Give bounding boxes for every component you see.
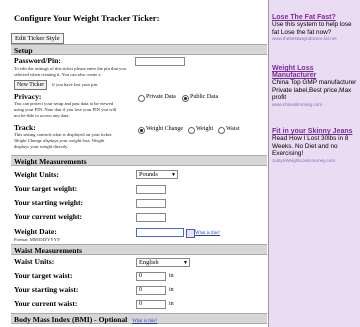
ad-url[interactable]: www.chinaslimming.com <box>272 102 358 107</box>
new-ticker-button[interactable]: New Ticker <box>14 80 48 90</box>
current-waist-unit: in <box>169 301 174 307</box>
password-input[interactable] <box>135 57 185 66</box>
starting-waist-label: Your starting waist: <box>14 285 79 294</box>
password-label: Password/Pin: <box>14 56 61 65</box>
target-waist-input[interactable]: 0 <box>136 272 166 281</box>
starting-waist-unit: in <box>169 287 174 293</box>
section-bmi: Body Mass Index (BMI) - Optional What is… <box>11 313 267 324</box>
ad-url[interactable]: www.thebestwaytobizare.fat.net <box>272 36 358 41</box>
track-weight-label: Weight <box>196 126 214 132</box>
weight-units-value: Pounds <box>139 171 158 178</box>
weight-date-format: Format: MM/DD/YYYY <box>14 237 61 242</box>
target-weight-label: Your target weight: <box>14 184 78 193</box>
chevron-down-icon: ▼ <box>171 173 176 178</box>
page-title: Configure Your Weight Tracker Ticker: <box>14 13 160 23</box>
section-setup: Setup <box>11 44 267 55</box>
ad-body: Read How I Lost 30lbs in 8 Weeks. No Die… <box>272 135 349 158</box>
weight-date-input[interactable] <box>136 228 184 237</box>
ads-sidebar <box>269 0 360 327</box>
privacy-private-label: Private Data <box>146 94 176 100</box>
privacy-private-radio[interactable] <box>138 95 145 102</box>
ticker-form-panel: Configure Your Weight Tracker Ticker: Ed… <box>0 0 269 327</box>
section-weight-measurements: Weight Measurements <box>11 155 267 166</box>
starting-waist-input[interactable]: 0 <box>136 286 166 295</box>
track-weight-change-radio[interactable] <box>138 127 145 134</box>
waist-units-select[interactable]: English ▼ <box>136 258 190 267</box>
current-waist-label: Your current waist: <box>14 299 78 308</box>
section-waist-measurements: Waist Measurements <box>11 244 267 255</box>
track-label: Track: <box>14 123 36 132</box>
password-help: To edit the settings of this ticker plea… <box>14 66 126 77</box>
starting-weight-input[interactable] <box>136 199 166 208</box>
privacy-public-label: Public Data <box>190 94 219 100</box>
calendar-icon[interactable] <box>186 229 195 238</box>
weight-date-label: Weight Date: <box>14 227 57 236</box>
ad-body: Use this system to help lose fat Lose th… <box>272 21 352 36</box>
track-waist-radio[interactable] <box>218 127 225 134</box>
current-weight-label: Your current weight: <box>14 212 83 221</box>
ad-title[interactable]: Weight Loss Manufacturer <box>272 65 358 79</box>
starting-weight-label: Your starting weight: <box>14 198 84 207</box>
track-help-3: displays your weight directly. <box>14 144 69 149</box>
track-weight-change-label: Weight Change <box>146 126 184 132</box>
ad-block[interactable]: Fit in your Skinny Jeans Read How I Lost… <box>272 128 358 163</box>
target-waist-label: Your target waist: <box>14 271 73 280</box>
edit-ticker-style-button[interactable]: Edit Ticker Style <box>11 33 64 44</box>
weight-units-label: Weight Units: <box>14 170 59 179</box>
privacy-help-3: not be able to access any data. <box>14 113 70 118</box>
current-weight-input[interactable] <box>136 213 166 222</box>
ad-url[interactable]: JustynWeightLosscourney.com <box>272 158 358 163</box>
privacy-label: Privacy: <box>14 92 42 101</box>
ad-title[interactable]: Lose The Fat Fast? <box>272 14 358 21</box>
chevron-down-icon: ▼ <box>183 261 188 266</box>
waist-units-value: English <box>139 259 159 266</box>
target-waist-unit: in <box>169 273 174 279</box>
ad-title[interactable]: Fit in your Skinny Jeans <box>272 128 358 135</box>
track-weight-radio[interactable] <box>188 127 195 134</box>
waist-units-label: Waist Units: <box>14 257 55 266</box>
target-weight-input[interactable] <box>136 185 166 194</box>
track-waist-label: Waist <box>226 126 240 132</box>
weight-date-help-link[interactable]: What is this? <box>195 231 220 236</box>
current-waist-input[interactable]: 0 <box>136 300 166 309</box>
privacy-public-radio[interactable] <box>182 95 189 102</box>
ad-body: China Top GMP manufacturer Private label… <box>272 79 357 102</box>
weight-units-select[interactable]: Pounds ▼ <box>136 170 178 179</box>
ad-block[interactable]: Weight Loss Manufacturer China Top GMP m… <box>272 65 358 107</box>
ad-block[interactable]: Lose The Fat Fast? Use this system to he… <box>272 14 358 41</box>
bmi-section-title: Body Mass Index (BMI) - Optional <box>14 315 128 324</box>
new-ticker-help: if you have lost your pin. <box>52 82 99 87</box>
bmi-help-link[interactable]: What is this? <box>132 319 157 324</box>
